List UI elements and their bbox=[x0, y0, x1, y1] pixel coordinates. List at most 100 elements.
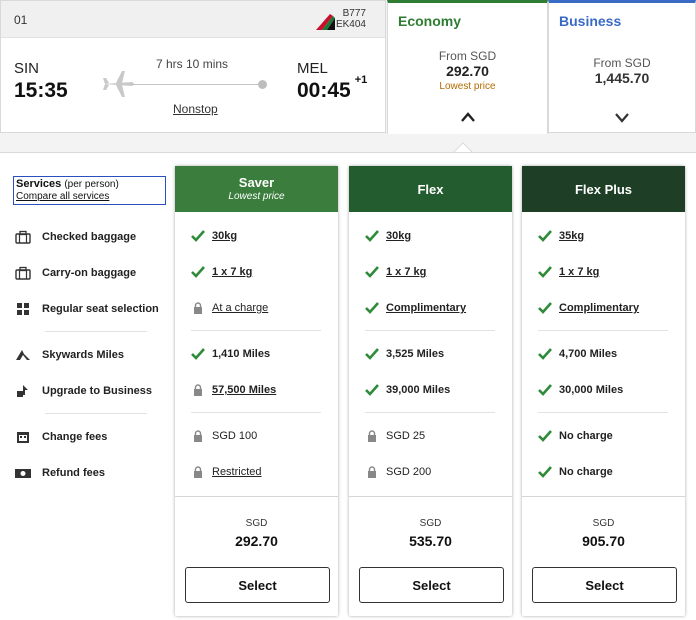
fare-subtitle: Lowest price bbox=[228, 191, 285, 202]
services-title: Services (per person) bbox=[16, 178, 163, 190]
fare-value-skywards-miles: 4,700 Miles bbox=[538, 344, 617, 364]
divider bbox=[191, 412, 321, 413]
services-title-text: Services bbox=[16, 178, 62, 190]
fare-value-checked-baggage[interactable]: 35kg bbox=[538, 226, 584, 246]
origin-code: SIN bbox=[14, 60, 40, 77]
service-label: Checked baggage bbox=[42, 231, 137, 243]
day-offset: +1 bbox=[354, 74, 368, 86]
fare-name: Saver bbox=[238, 175, 275, 190]
fare-value-refund-fees: SGD 200 bbox=[365, 462, 431, 482]
service-refund-fees: Refund fees bbox=[14, 463, 105, 483]
fare-value-checked-baggage[interactable]: 30kg bbox=[365, 226, 411, 246]
fare-column-saver: Saver Lowest price 30kg 1 x 7 kg At a ch… bbox=[175, 166, 338, 616]
per-person-label: (per person) bbox=[64, 179, 119, 190]
fare-column-flex-plus: Flex Plus 35kg 1 x 7 kg Complimentary 4,… bbox=[522, 166, 685, 616]
fare-value-skywards-miles: 3,525 Miles bbox=[365, 344, 444, 364]
cabin-from-label: From SGD bbox=[593, 56, 651, 70]
select-flex-plus-button[interactable]: Select bbox=[532, 567, 677, 603]
fare-value-upgrade[interactable]: 57,500 Miles bbox=[191, 380, 276, 400]
check-icon bbox=[191, 348, 205, 360]
check-icon bbox=[365, 230, 379, 242]
lock-icon bbox=[194, 302, 202, 314]
lowest-price-note: Lowest price bbox=[439, 81, 496, 92]
check-icon bbox=[365, 348, 379, 360]
check-icon bbox=[365, 266, 379, 278]
service-label: Upgrade to Business bbox=[42, 385, 153, 397]
compare-all-services-link[interactable]: Compare all services bbox=[16, 191, 163, 202]
fare-value-seat-selection[interactable]: At a charge bbox=[191, 298, 268, 318]
service-label: Skywards Miles bbox=[42, 349, 124, 361]
fare-header: Flex Plus bbox=[522, 166, 685, 212]
fare-value-skywards-miles: 1,410 Miles bbox=[191, 344, 270, 364]
lock-icon bbox=[194, 430, 202, 442]
service-carry-on-baggage: Carry-on baggage bbox=[14, 263, 136, 283]
aircraft-info: B777 EK404 bbox=[336, 8, 366, 30]
divider bbox=[45, 413, 147, 414]
aircraft-type: B777 bbox=[342, 8, 366, 19]
check-icon bbox=[365, 302, 379, 314]
divider bbox=[522, 496, 685, 497]
check-icon bbox=[538, 230, 552, 242]
divider bbox=[365, 330, 495, 331]
service-checked-baggage: Checked baggage bbox=[14, 227, 136, 247]
check-icon bbox=[538, 466, 552, 478]
service-label: Carry-on baggage bbox=[42, 267, 137, 279]
services-header: Services (per person) Compare all servic… bbox=[13, 176, 166, 205]
arrival-time-value: 00:45 bbox=[297, 79, 351, 102]
chevron-up-icon[interactable] bbox=[460, 111, 476, 123]
lock-icon bbox=[368, 430, 376, 442]
calendar-icon bbox=[17, 432, 29, 443]
select-saver-button[interactable]: Select bbox=[185, 567, 330, 603]
suitcase-icon bbox=[15, 230, 31, 244]
nonstop-link[interactable]: Nonstop bbox=[173, 102, 218, 116]
carry-on-icon bbox=[15, 266, 31, 280]
flight-duration: 7 hrs 10 mins bbox=[156, 57, 229, 71]
check-icon bbox=[191, 266, 205, 278]
fare-price: 905.70 bbox=[582, 533, 625, 549]
fare-column-flex: Flex 30kg 1 x 7 kg Complimentary 3,525 M… bbox=[349, 166, 512, 616]
flight-card-header: 01 B777 EK404 bbox=[1, 1, 385, 38]
flight-index: 01 bbox=[14, 13, 28, 27]
fare-value-seat-selection[interactable]: Complimentary bbox=[365, 298, 466, 318]
fare-value-refund-fees: No charge bbox=[538, 462, 613, 482]
fare-currency: SGD bbox=[592, 518, 615, 529]
flight-number: EK404 bbox=[335, 19, 366, 30]
divider bbox=[538, 412, 668, 413]
cabin-tab-business[interactable]: Business From SGD 1,445.70 bbox=[548, 0, 696, 133]
check-icon bbox=[538, 430, 552, 442]
check-icon bbox=[365, 384, 379, 396]
service-label: Regular seat selection bbox=[42, 303, 159, 315]
cabin-name: Economy bbox=[398, 13, 462, 29]
departure-time: 15:35 bbox=[14, 79, 68, 102]
service-label: Change fees bbox=[42, 431, 108, 443]
route-line bbox=[129, 84, 262, 85]
refund-icon bbox=[15, 469, 31, 478]
fare-currency: SGD bbox=[245, 518, 268, 529]
check-icon bbox=[191, 230, 205, 242]
check-icon bbox=[538, 384, 552, 396]
route-end-dot bbox=[258, 80, 267, 89]
check-icon bbox=[538, 302, 552, 314]
service-upgrade: Upgrade to Business bbox=[14, 381, 152, 401]
fare-value-checked-baggage[interactable]: 30kg bbox=[191, 226, 237, 246]
lock-icon bbox=[368, 466, 376, 478]
fare-value-carry-on[interactable]: 1 x 7 kg bbox=[191, 262, 252, 282]
flight-summary-card: 01 B777 EK404 SIN 15:35 7 hrs 10 mins No… bbox=[0, 0, 386, 133]
cabin-price: 292.70 bbox=[446, 63, 489, 79]
fare-value-carry-on[interactable]: 1 x 7 kg bbox=[365, 262, 426, 282]
cabin-price: 1,445.70 bbox=[594, 70, 650, 86]
fare-value-seat-selection[interactable]: Complimentary bbox=[538, 298, 639, 318]
fare-value-change-fees: SGD 100 bbox=[191, 426, 257, 446]
fare-currency: SGD bbox=[419, 518, 442, 529]
arrival-time: 00:45 +1 bbox=[297, 74, 367, 103]
divider bbox=[191, 330, 321, 331]
cabin-tab-economy[interactable]: Economy From SGD 292.70 Lowest price bbox=[387, 0, 548, 134]
fare-value-upgrade: 39,000 Miles bbox=[365, 380, 450, 400]
fare-name: Flex Plus bbox=[574, 182, 633, 197]
fare-value-carry-on[interactable]: 1 x 7 kg bbox=[538, 262, 599, 282]
divider bbox=[45, 331, 147, 332]
select-flex-button[interactable]: Select bbox=[359, 567, 504, 603]
chevron-down-icon[interactable] bbox=[614, 111, 630, 123]
fare-value-refund-fees[interactable]: Restricted bbox=[191, 462, 262, 482]
skywards-icon bbox=[16, 350, 30, 360]
